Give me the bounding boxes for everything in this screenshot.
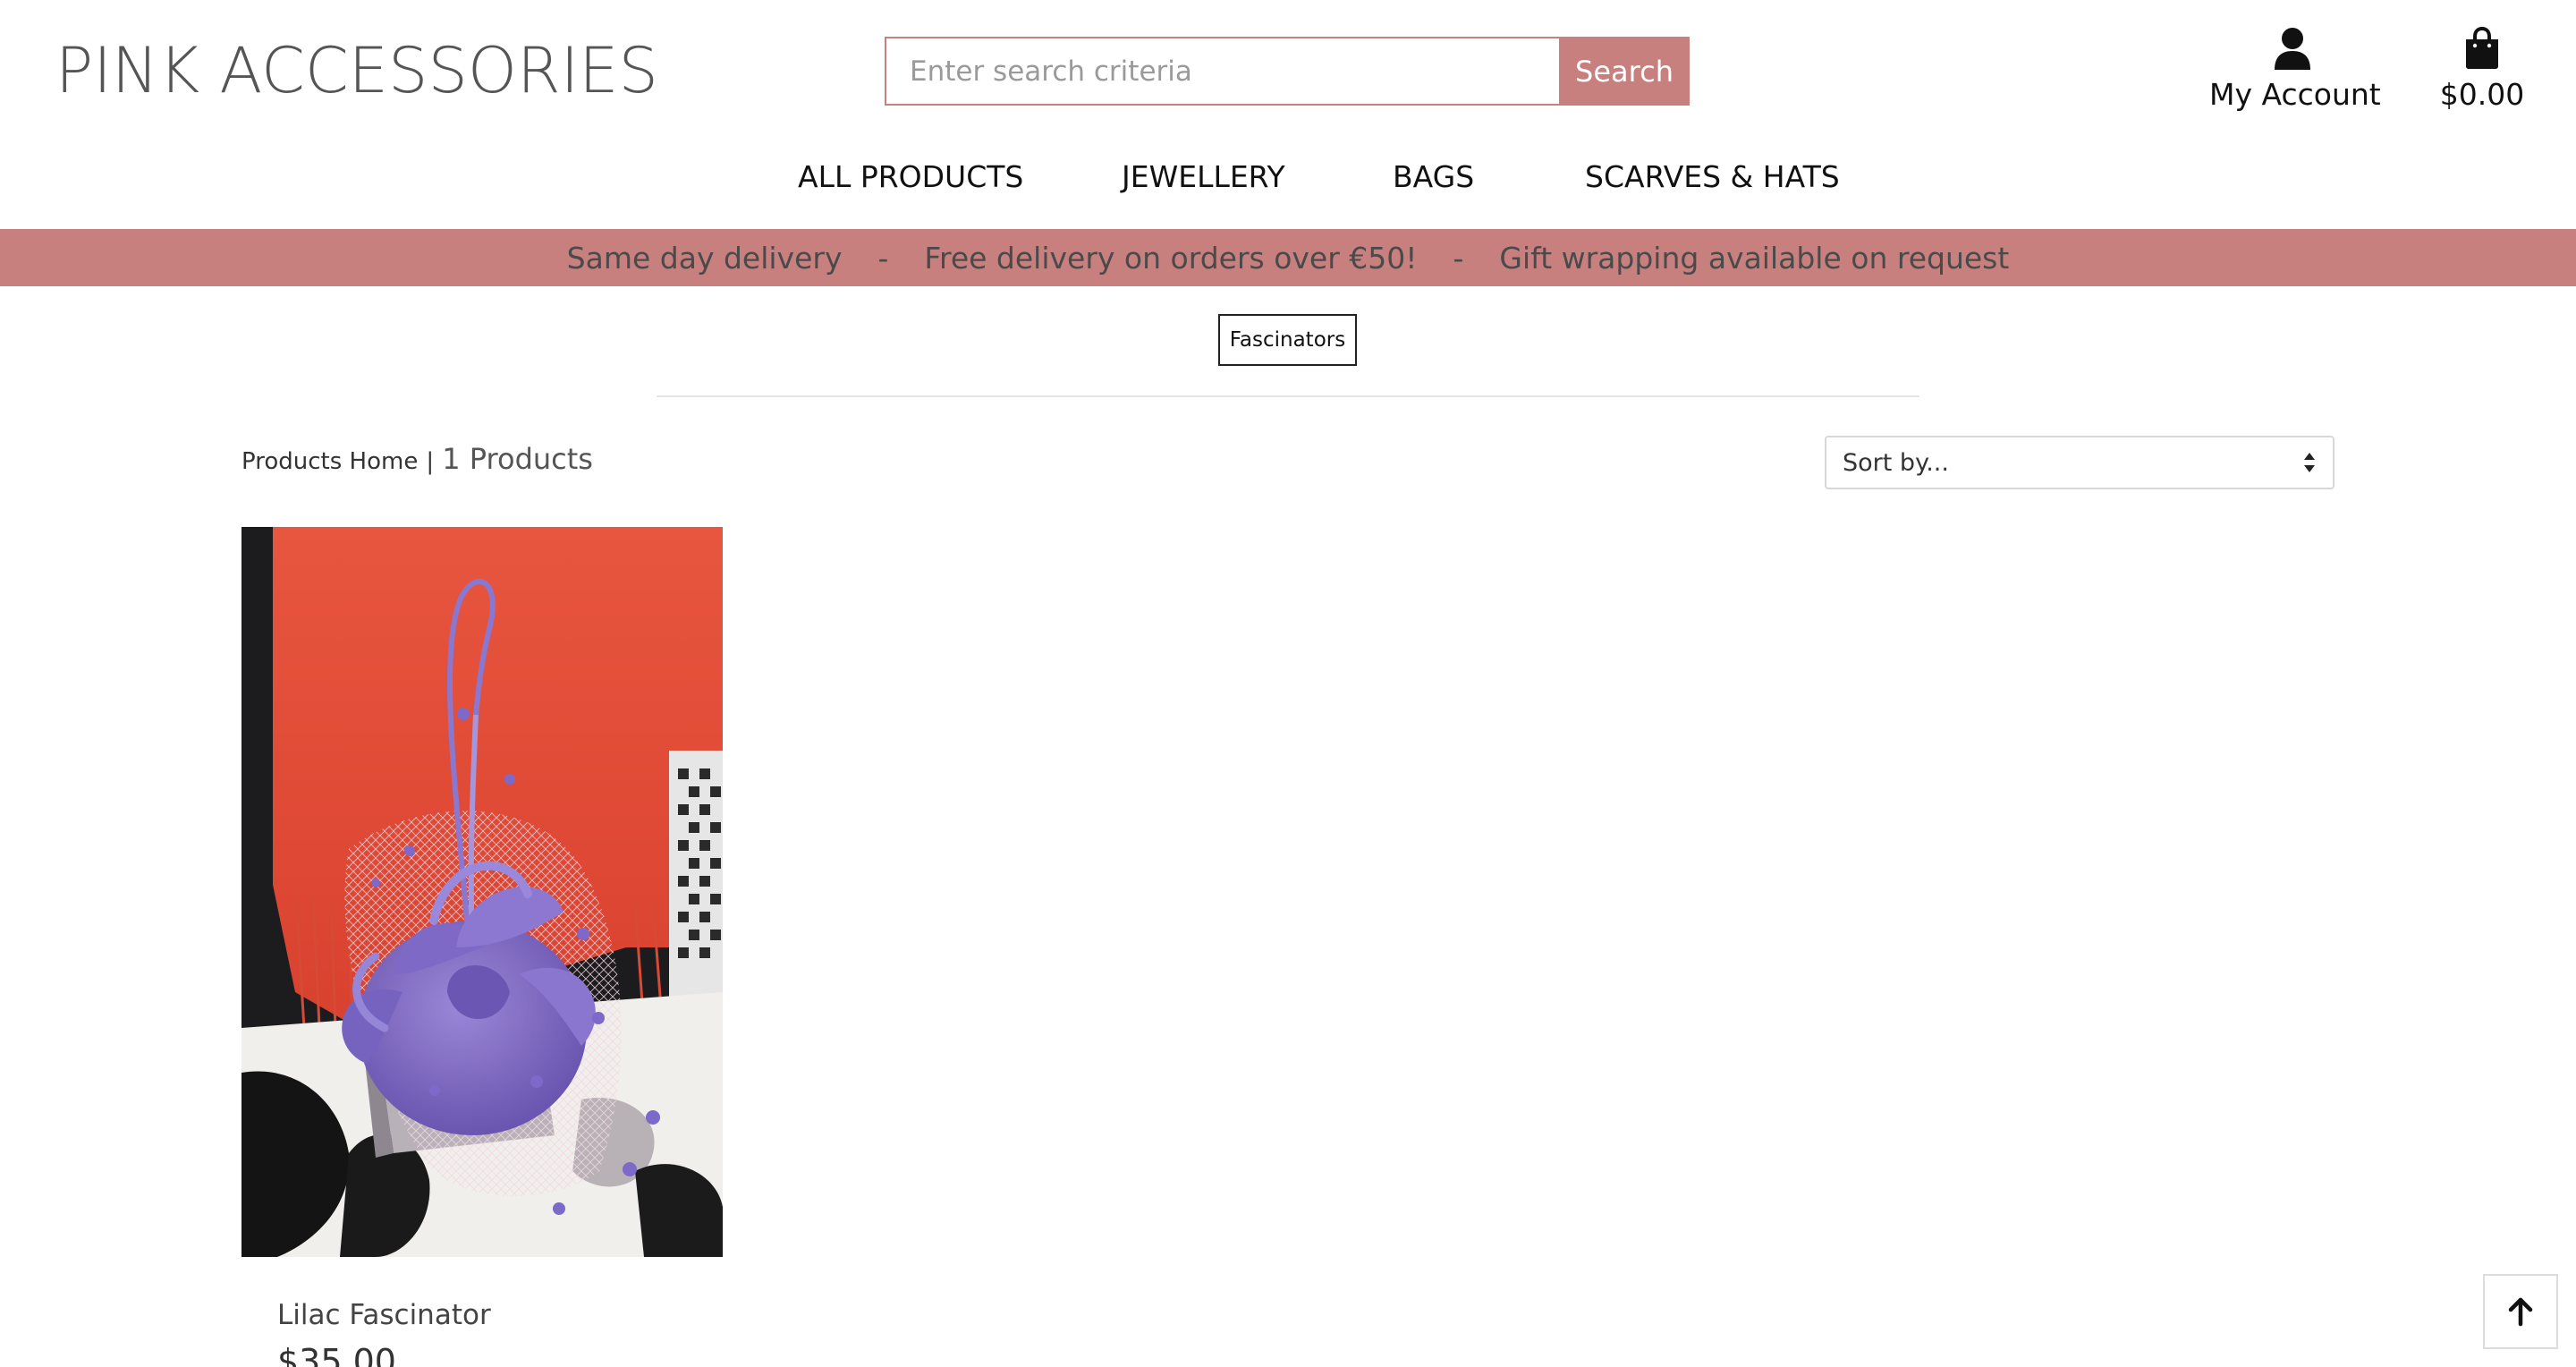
back-to-top-button[interactable] — [2483, 1274, 2558, 1349]
banner-separator: - — [877, 240, 889, 276]
my-account-link[interactable]: My Account — [2209, 25, 2381, 112]
user-icon — [2275, 28, 2310, 70]
sort-arrows-icon — [2302, 451, 2317, 474]
nav-scarves-hats[interactable]: SCARVES & HATS — [1585, 159, 1840, 194]
results-summary: Products Home | 1 Products — [242, 442, 593, 476]
bag-total: $0.00 — [2439, 77, 2525, 112]
banner-message-delivery: Same day delivery — [566, 240, 843, 276]
lilac-fascinator-photo — [242, 527, 723, 1257]
nav-all-products[interactable]: ALL PRODUCTS — [798, 159, 1023, 194]
brand-logo[interactable]: PINK ACCESSORIES — [55, 34, 658, 107]
separator-pipe: | — [426, 448, 435, 475]
shopping-bag-link[interactable]: $0.00 — [2433, 25, 2531, 112]
products-home-link[interactable]: Products Home — [242, 448, 418, 475]
nav-bags[interactable]: BAGS — [1393, 159, 1474, 194]
my-account-label: My Account — [2209, 77, 2381, 112]
arrow-up-icon — [2508, 1297, 2533, 1327]
search-input[interactable] — [885, 37, 1559, 106]
divider — [657, 395, 1919, 397]
banner-message-gift-wrapping: Gift wrapping available on request — [1499, 240, 2010, 276]
delivery-banner: Same day delivery - Free delivery on ord… — [0, 229, 2576, 286]
banner-message-free-delivery: Free delivery on orders over €50! — [924, 240, 1418, 276]
product-image[interactable] — [242, 527, 723, 1257]
product-price: $35.00 — [277, 1342, 396, 1367]
search-button[interactable]: Search — [1559, 37, 1690, 106]
product-name[interactable]: Lilac Fascinator — [277, 1299, 491, 1331]
sort-select-value: Sort by... — [1843, 448, 1949, 477]
nav-jewellery[interactable]: JEWELLERY — [1122, 159, 1285, 194]
shopping-bag-icon — [2466, 27, 2498, 69]
product-count: 1 Products — [442, 442, 593, 476]
sort-select[interactable]: Sort by... — [1825, 436, 2334, 489]
search-form: Search — [885, 37, 1690, 106]
category-tag-fascinators[interactable]: Fascinators — [1218, 314, 1357, 366]
banner-separator: - — [1453, 240, 1464, 276]
page: PINK ACCESSORIES Search My Account $0.00… — [0, 0, 2576, 1367]
main-nav: ALL PRODUCTS JEWELLERY BAGS SCARVES & HA… — [0, 159, 2576, 199]
